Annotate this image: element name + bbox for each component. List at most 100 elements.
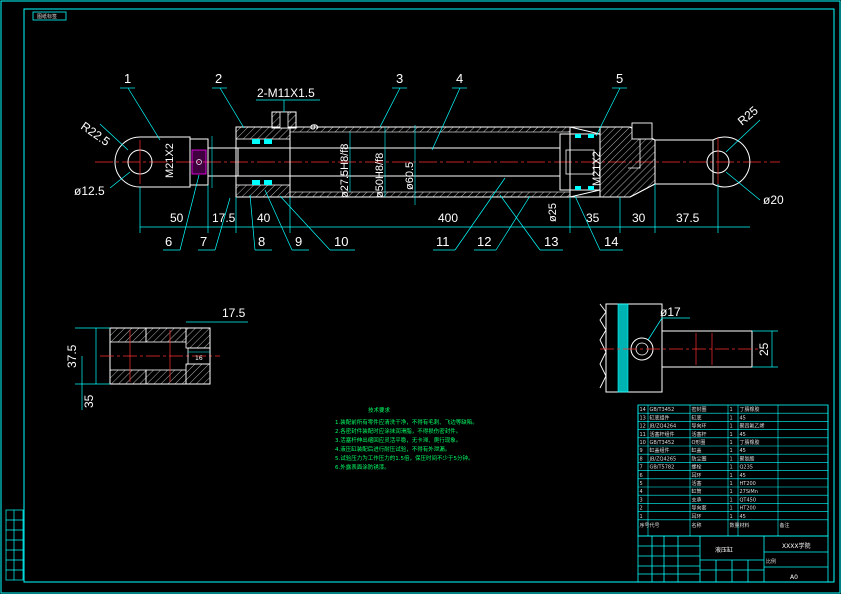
bom-cell-qty: 1: [730, 481, 733, 487]
balloon-7: 7: [200, 234, 207, 249]
bom-cell-no: 14: [640, 407, 646, 413]
dim-r-left: R22.5: [78, 119, 113, 149]
dim-m21-left: M21X2: [164, 143, 176, 178]
bottom-dimension-chain: [139, 184, 750, 233]
bom-cell-name: O形圈: [692, 439, 706, 446]
bom-header-cell: 备注: [780, 522, 790, 529]
bom-cell-code: GB/T3452: [650, 440, 675, 446]
bom-cell-mat: 45: [740, 432, 746, 438]
dim-400: 400: [438, 211, 458, 225]
balloon-2: 2: [215, 71, 222, 86]
title-drawing-name: 液压缸: [715, 546, 733, 554]
bom-cell-qty: 1: [730, 506, 733, 512]
bom-cell-code: 缸底组件: [650, 414, 670, 421]
detail-left-view: [75, 321, 248, 410]
dim-m21-right: M21X2: [591, 151, 603, 186]
seal-top-1: [252, 139, 260, 144]
dim-r-right: R25: [735, 103, 761, 128]
dim-bore-a: ø27.5H8/f8: [339, 144, 351, 198]
notes-line-4: 4.液压缸装配后进行耐压试验，不得有外泄漏。: [335, 445, 450, 453]
bom-cell-qty: 1: [730, 497, 733, 503]
bom-cell-name: 耳环: [692, 473, 702, 479]
balloon-9: 9: [295, 234, 302, 249]
dim-d-right: ø20: [763, 193, 784, 207]
bom-cell-mat: QT450: [740, 497, 757, 503]
bom-cell-qty: 1: [730, 407, 733, 413]
bom-cell-mat: 聚四氟乙烯: [740, 423, 765, 430]
detail-left-inner: 16: [195, 355, 203, 362]
notes-line-1: 1.装配前所有零件应清洗干净，不得有毛刺、飞边等缺陷。: [335, 418, 478, 426]
bom-cell-name: 导向套: [692, 505, 707, 512]
bom-cell-code: 缸盖组件: [650, 447, 670, 454]
bom-cell-name: 缸底: [692, 414, 702, 421]
bom-cell-no: 4: [640, 489, 643, 495]
balloon-leaders-top: [120, 87, 627, 151]
detail-right-hole: ø17: [660, 305, 681, 319]
dim-30: 30: [632, 211, 646, 225]
notes-line-2: 2.各密封件装配时应涂抹润滑脂，不得损伤密封件。: [335, 427, 461, 435]
bom-header-cell: 序号: [640, 522, 650, 529]
bom-cell-code: JB/ZQ4265: [649, 456, 677, 462]
bom-cell-qty: 1: [730, 514, 733, 520]
balloon-14: 14: [604, 234, 618, 249]
dim-50: 50: [170, 211, 184, 225]
bom-cell-name: 导向环: [692, 423, 707, 430]
bom-cell-qty: 1: [730, 415, 733, 421]
dim-d-left: ø12.5: [74, 184, 105, 198]
balloon-3: 3: [396, 71, 403, 86]
balloon-8: 8: [258, 234, 265, 249]
bom-cell-name: 活塞: [692, 480, 702, 487]
title-sheet-size: A0: [790, 574, 798, 581]
notes-line-6: 6.外露表面涂防锈漆。: [335, 463, 390, 471]
bom-cell-no: 12: [640, 424, 646, 430]
bom-cell-qty: 1: [730, 473, 733, 479]
dim-17-5: 17.5: [212, 211, 236, 225]
bom-cell-mat: 45: [740, 473, 746, 479]
balloon-10: 10: [334, 234, 348, 249]
detail-left-h1: 37.5: [65, 344, 79, 368]
balloon-5: 5: [616, 71, 623, 86]
balloon-13: 13: [544, 234, 558, 249]
bom-cell-no: 9: [640, 448, 643, 454]
bom-cell-mat: 45: [740, 415, 746, 421]
detail-left-h2: 35: [82, 394, 96, 408]
left-side-strip: [5, 509, 24, 581]
bom-cell-qty: 1: [730, 448, 733, 454]
bom-cell-name: 螺栓: [692, 464, 702, 471]
bom-cell-no: 2: [640, 506, 643, 512]
bom-cell-qty: 1: [730, 456, 733, 462]
detail-right-height: 25: [757, 342, 771, 356]
notes-line-3: 3.活塞杆伸出缩回应灵活平稳，无卡滞、爬行现象。: [335, 436, 461, 444]
bom-cell-qty: 1: [730, 489, 733, 495]
dim-37-5: 37.5: [676, 211, 700, 225]
bom-cell-mat: 丁腈橡胶: [740, 439, 760, 446]
bom-cell-mat: 27SiMn: [740, 489, 758, 495]
bom-cell-mat: HT200: [740, 506, 756, 512]
oil-port-left: [271, 111, 297, 129]
dim-piston: ø25: [547, 203, 559, 222]
bom-cell-no: 5: [640, 481, 643, 487]
dim-40: 40: [257, 211, 271, 225]
dim-bore-b: ø50H8/f8: [374, 153, 386, 198]
detail-left-width: 17.5: [222, 306, 246, 320]
bom-cell-no: 8: [640, 456, 643, 462]
bom-cell-code: GB/T3452: [650, 407, 675, 413]
inner-frame: [23, 8, 835, 583]
seal-top-2: [264, 139, 272, 144]
bom-cell-mat: Q235: [740, 465, 753, 471]
bom-cell-code: JB/ZQ4264: [649, 424, 677, 430]
bom-cell-code: 活塞杆组件: [650, 431, 675, 438]
outer-frame: [0, 0, 841, 594]
bom-cell-name: 缸盖: [692, 447, 702, 454]
seal-bot-1: [252, 180, 260, 185]
main-assembly-view: 50 17.5 40 400 3 5 30 37.5 M21X2 ø27.5H8/…: [74, 71, 784, 251]
bom-header-cell: 材料: [740, 522, 750, 529]
bom-cell-no: 6: [640, 473, 643, 479]
sheet-tab-label: 图纸标签: [37, 13, 57, 20]
bom-cell-name: 防尘圈: [692, 455, 707, 462]
oil-port-right: [631, 122, 653, 140]
bom-cell-code: GB/T5782: [650, 465, 675, 471]
dim-bore-c: ø60.5: [404, 162, 416, 190]
bom-cell-no: 1: [640, 514, 643, 520]
balloon-12: 12: [477, 234, 491, 249]
